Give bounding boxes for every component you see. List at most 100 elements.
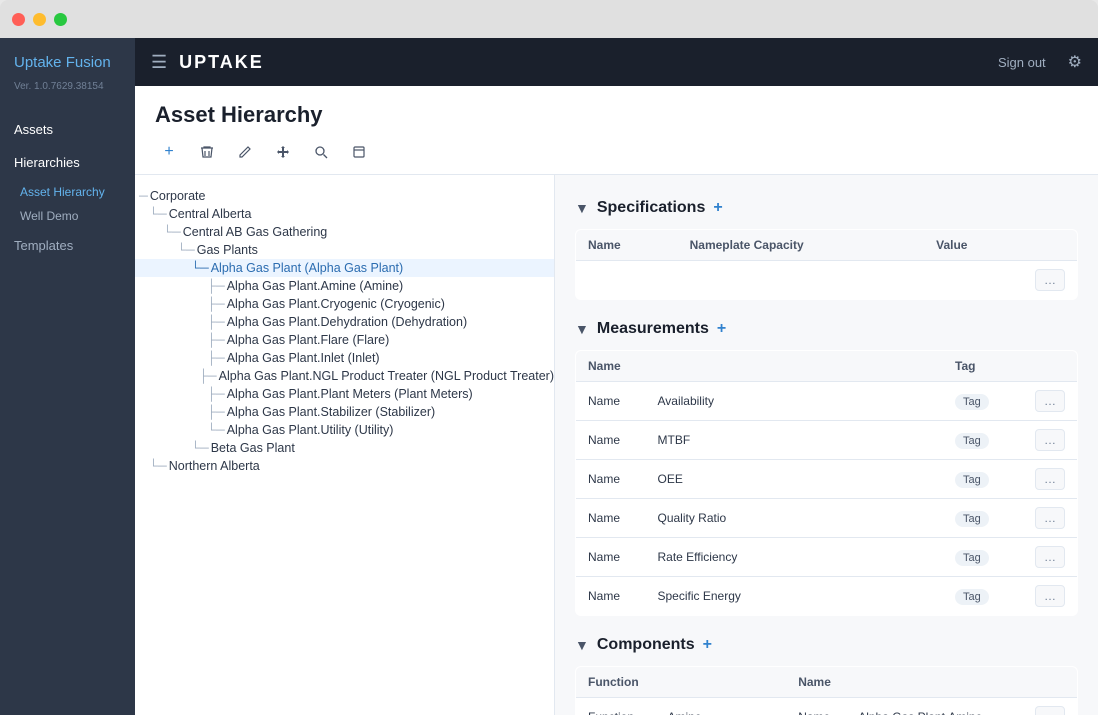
tree-node-ngl[interactable]: ├─ Alpha Gas Plant.NGL Product Treater (…	[135, 367, 554, 385]
tree-node-central-alberta[interactable]: └─ Central Alberta	[135, 205, 554, 223]
add-button[interactable]: +	[155, 138, 183, 166]
measurements-row: Name Quality Ratio Tag …	[576, 499, 1078, 538]
tree-label-corporate: Corporate	[150, 189, 206, 203]
meas-col-name: Name	[576, 351, 646, 382]
tree-connector: └─	[149, 459, 167, 473]
meas-action-cell: …	[1023, 382, 1078, 421]
tree-connector: ├─	[199, 369, 217, 383]
comp-value-cell: Alpha Gas Plant.Amine	[846, 698, 1023, 715]
spec-empty-row: …	[576, 261, 1078, 300]
meas-name-cell: Name	[576, 382, 646, 421]
edit-button[interactable]	[231, 138, 259, 166]
specifications-add-button[interactable]: +	[713, 199, 722, 217]
tree-node-central-ab-gas[interactable]: └─ Central AB Gas Gathering	[135, 223, 554, 241]
components-row: Function Amine Name Alpha Gas Plant.Amin…	[576, 698, 1078, 715]
minimize-button[interactable]	[33, 13, 46, 26]
meas-name-cell: Name	[576, 538, 646, 577]
sidebar-subnav: Asset Hierarchy Well Demo	[0, 180, 135, 228]
settings-icon[interactable]: ⚙	[1068, 52, 1082, 72]
tree-node-amine[interactable]: ├─ Alpha Gas Plant.Amine (Amine)	[135, 277, 554, 295]
tree-node-alpha-gas-plant[interactable]: └─ Alpha Gas Plant (Alpha Gas Plant)	[135, 259, 554, 277]
tree-label-cryogenic: Alpha Gas Plant.Cryogenic (Cryogenic)	[227, 297, 445, 311]
spec-col-action	[1023, 230, 1078, 261]
sidebar-item-templates[interactable]: Templates	[0, 230, 135, 261]
tree-node-northern-alberta[interactable]: └─ Northern Alberta	[135, 457, 554, 475]
search-button[interactable]	[307, 138, 335, 166]
specifications-collapse-icon[interactable]: ▼	[575, 200, 589, 216]
meas-row-menu-button[interactable]: …	[1035, 390, 1065, 412]
meas-col-tag: Tag	[943, 351, 1023, 382]
tree-label-gas-plants: Gas Plants	[197, 243, 258, 257]
measurements-row: Name MTBF Tag …	[576, 421, 1078, 460]
meas-row-menu-button[interactable]: …	[1035, 546, 1065, 568]
page-header: Asset Hierarchy +	[135, 86, 1098, 175]
tree-node-stabilizer[interactable]: ├─ Alpha Gas Plant.Stabilizer (Stabilize…	[135, 403, 554, 421]
components-title: Components	[597, 636, 695, 654]
measurements-row: Name Availability Tag …	[576, 382, 1078, 421]
sidebar-item-hierarchies[interactable]: Hierarchies	[0, 147, 135, 178]
move-button[interactable]	[269, 138, 297, 166]
tree-label-utility: Alpha Gas Plant.Utility (Utility)	[227, 423, 394, 437]
tree-node-dehydration[interactable]: ├─ Alpha Gas Plant.Dehydration (Dehydrat…	[135, 313, 554, 331]
meas-row-menu-button[interactable]: …	[1035, 429, 1065, 451]
measurements-collapse-icon[interactable]: ▼	[575, 321, 589, 337]
tree-node-flare[interactable]: ├─ Alpha Gas Plant.Flare (Flare)	[135, 331, 554, 349]
tree-connector: └─	[163, 225, 181, 239]
content-area: ─ Corporate └─ Central Alberta └─ Centra…	[135, 175, 1098, 715]
comp-col-action	[1023, 667, 1078, 698]
tree-node-plant-meters[interactable]: ├─ Alpha Gas Plant.Plant Meters (Plant M…	[135, 385, 554, 403]
tree-node-inlet[interactable]: ├─ Alpha Gas Plant.Inlet (Inlet)	[135, 349, 554, 367]
measurements-row: Name Specific Energy Tag …	[576, 577, 1078, 616]
close-button[interactable]	[12, 13, 25, 26]
tree-node-gas-plants[interactable]: └─ Gas Plants	[135, 241, 554, 259]
meas-tag-cell: Tag	[943, 460, 1023, 499]
tree-connector: ├─	[207, 279, 225, 293]
comp-col-value	[846, 667, 1023, 698]
tree-label-ngl: Alpha Gas Plant.NGL Product Treater (NGL…	[219, 369, 554, 383]
comp-col-type	[656, 667, 787, 698]
measurements-add-button[interactable]: +	[717, 320, 726, 338]
comp-row-menu-button[interactable]: …	[1035, 706, 1065, 715]
measurements-row: Name Rate Efficiency Tag …	[576, 538, 1078, 577]
meas-row-menu-button[interactable]: …	[1035, 507, 1065, 529]
components-add-button[interactable]: +	[703, 636, 712, 654]
meas-metric-cell: Rate Efficiency	[646, 538, 944, 577]
sidebar: Uptake Fusion Ver. 1.0.7629.38154 Assets…	[0, 38, 135, 715]
hamburger-icon[interactable]: ☰	[151, 52, 167, 73]
sidebar-item-assets[interactable]: Assets	[0, 114, 135, 145]
sidebar-subitem-well-demo[interactable]: Well Demo	[0, 204, 135, 228]
components-collapse-icon[interactable]: ▼	[575, 637, 589, 653]
delete-button[interactable]	[193, 138, 221, 166]
tree-connector: ├─	[207, 333, 225, 347]
spec-col-name: Name	[576, 230, 678, 261]
tree-connector: └─	[149, 207, 167, 221]
maximize-button[interactable]	[54, 13, 67, 26]
tree-node-corporate[interactable]: ─ Corporate	[135, 187, 554, 205]
tree-label-central-alberta: Central Alberta	[169, 207, 252, 221]
meas-row-menu-button[interactable]: …	[1035, 468, 1065, 490]
tree-node-beta-gas-plant[interactable]: └─ Beta Gas Plant	[135, 439, 554, 457]
meas-action-cell: …	[1023, 421, 1078, 460]
sidebar-subitem-asset-hierarchy[interactable]: Asset Hierarchy	[0, 180, 135, 204]
meas-name-cell: Name	[576, 460, 646, 499]
top-bar: ☰ UPTAKE Sign out ⚙	[135, 38, 1098, 86]
uptake-logo: UPTAKE	[179, 52, 264, 73]
tree-connector: ─	[139, 189, 148, 203]
tree-label-central-ab-gas: Central AB Gas Gathering	[183, 225, 328, 239]
tree-connector: └─	[207, 423, 225, 437]
meas-action-cell: …	[1023, 538, 1078, 577]
meas-tag-cell: Tag	[943, 577, 1023, 616]
spec-col-value: Value	[924, 230, 1023, 261]
sign-out-button[interactable]: Sign out	[988, 49, 1056, 76]
tree-label-inlet: Alpha Gas Plant.Inlet (Inlet)	[227, 351, 380, 365]
tree-node-utility[interactable]: └─ Alpha Gas Plant.Utility (Utility)	[135, 421, 554, 439]
meas-tag-cell: Tag	[943, 421, 1023, 460]
tree-label-stabilizer: Alpha Gas Plant.Stabilizer (Stabilizer)	[227, 405, 435, 419]
meas-row-menu-button[interactable]: …	[1035, 585, 1065, 607]
spec-action-cell: …	[1023, 261, 1078, 300]
spec-row-menu-button[interactable]: …	[1035, 269, 1065, 291]
meas-metric-cell: OEE	[646, 460, 944, 499]
collapse-button[interactable]	[345, 138, 373, 166]
tree-node-cryogenic[interactable]: ├─ Alpha Gas Plant.Cryogenic (Cryogenic)	[135, 295, 554, 313]
tree-label-dehydration: Alpha Gas Plant.Dehydration (Dehydration…	[227, 315, 467, 329]
